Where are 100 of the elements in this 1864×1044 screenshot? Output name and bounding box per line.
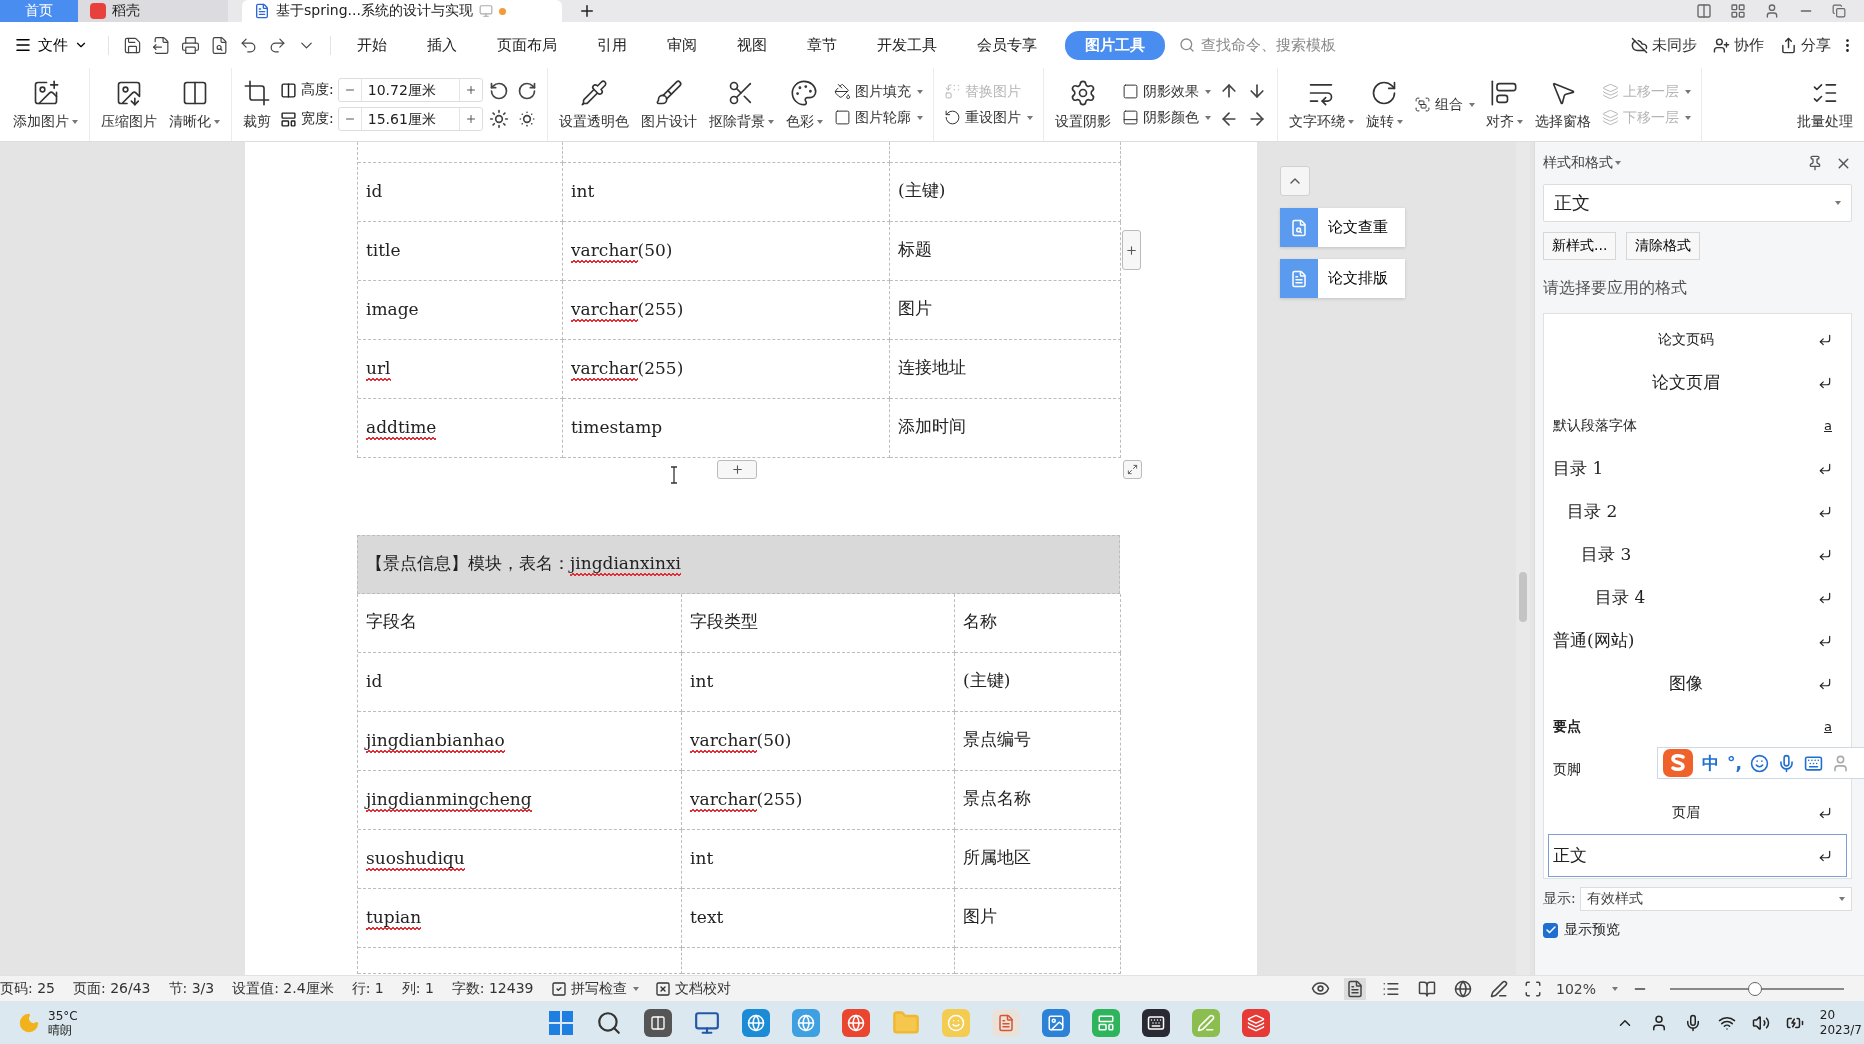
ribbon-button[interactable]: 文字环绕 (1285, 68, 1357, 141)
volume-icon[interactable] (1751, 1013, 1770, 1032)
panel-title[interactable]: 样式和格式 (1543, 154, 1621, 172)
layout-icon[interactable] (1696, 3, 1712, 19)
browser-icon[interactable] (741, 1008, 770, 1037)
ribbon-button[interactable]: 设置透明色 (555, 68, 632, 141)
ime-mode[interactable]: 中 (1702, 751, 1719, 775)
scrollbar[interactable] (1516, 142, 1530, 975)
return-icon (1818, 590, 1832, 605)
ribbon-button[interactable]: 压缩图片 (98, 68, 160, 141)
ribbon-button[interactable]: 图片轮廓 (831, 108, 925, 127)
file-menu[interactable]: 文件 (8, 31, 94, 59)
style-item[interactable]: 图像 (1548, 662, 1847, 705)
style-item[interactable]: 目录 1 (1548, 447, 1847, 490)
add-column-button[interactable] (1122, 230, 1141, 270)
toolbar-action[interactable]: 未同步 (1623, 35, 1705, 55)
preview-checkbox[interactable]: 显示预览 (1543, 921, 1852, 939)
ribbon-tab[interactable]: 插入 (415, 30, 469, 60)
print-preview-icon[interactable] (210, 35, 229, 55)
document-tab[interactable]: 稻壳 (78, 0, 228, 22)
ribbon-button[interactable]: 对齐 (1482, 68, 1526, 141)
zoom-select[interactable]: 102% (1555, 980, 1596, 997)
ribbon-button[interactable]: 设置阴影 (1051, 68, 1114, 141)
clock[interactable]: 20 2023/7 (1819, 1007, 1864, 1038)
ribbon-button[interactable]: 阴影颜色 (1119, 108, 1213, 127)
ribbon-button[interactable]: 重设图片 (941, 108, 1035, 127)
side-tool-button[interactable]: 论文排版 (1280, 259, 1405, 298)
ribbon-tab[interactable]: 章节 (795, 30, 849, 60)
rotate-left-icon[interactable] (488, 80, 509, 101)
table-cell: varchar(255) (563, 340, 890, 399)
ribbon-button[interactable]: 图片设计 (637, 68, 700, 141)
monitor-icon[interactable] (693, 1009, 720, 1036)
fit-page-icon[interactable] (1523, 979, 1542, 998)
ribbon-button[interactable]: 添加图片 (10, 68, 81, 141)
character-mark: a (1824, 719, 1832, 734)
style-item[interactable]: 目录 4 (1548, 576, 1847, 619)
restore-icon[interactable] (1832, 4, 1846, 18)
style-item[interactable]: 目录 2 (1548, 490, 1847, 533)
ribbon-button[interactable]: 清晰化 (166, 68, 223, 141)
keyboard-icon[interactable] (1803, 753, 1823, 773)
ribbon-button[interactable]: 色彩 (782, 68, 826, 141)
new-tab-icon[interactable] (578, 2, 596, 20)
style-item[interactable]: 普通(网站) (1548, 619, 1847, 662)
panel-button[interactable]: 新样式... (1543, 232, 1617, 260)
slider-thumb[interactable] (1748, 981, 1763, 996)
side-tool-button[interactable]: 论文查重 (1280, 208, 1405, 247)
pin-icon[interactable] (1807, 154, 1823, 171)
ribbon-tab[interactable]: 开发工具 (865, 30, 949, 60)
style-item[interactable]: 论文页眉 (1548, 361, 1847, 404)
style-item[interactable]: 页眉 (1548, 791, 1847, 834)
style-select[interactable]: 正文 (1543, 184, 1852, 222)
ribbon-button[interactable]: 阴影效果 (1119, 82, 1213, 101)
style-item[interactable]: 目录 3 (1548, 533, 1847, 576)
ribbon-tab[interactable]: 页面布局 (485, 30, 569, 60)
avatar-icon[interactable] (1764, 3, 1780, 19)
spell-check-button[interactable]: 拼写检查 (542, 979, 647, 998)
ribbon-button[interactable]: 组合 (1411, 95, 1477, 114)
ime-mode[interactable]: °, (1727, 753, 1742, 773)
ribbon-tab[interactable]: 审阅 (655, 30, 709, 60)
export-icon[interactable] (152, 35, 171, 55)
add-row-button[interactable] (717, 460, 757, 479)
toolbar-action[interactable]: 协作 (1705, 35, 1772, 55)
eye-icon[interactable] (1310, 979, 1330, 998)
photos-icon[interactable] (1041, 1008, 1070, 1037)
ribbon-button[interactable]: 选择窗格 (1531, 68, 1594, 141)
start-icon[interactable] (547, 1009, 574, 1036)
style-item[interactable]: 正文 (1548, 834, 1847, 877)
toolbar-action[interactable]: 分享 (1772, 35, 1839, 55)
style-item[interactable]: 要点 a (1548, 705, 1847, 748)
ribbon-button[interactable]: 图片填充 (831, 82, 925, 101)
ribbon-button[interactable]: 抠除背景 (705, 68, 777, 141)
proofread-button[interactable]: 文档校对 (646, 979, 739, 998)
ribbon-button[interactable]: 旋转 (1362, 68, 1406, 141)
ribbon-tab[interactable]: 开始 (345, 30, 399, 60)
proofread-icon (654, 980, 671, 997)
ribbon-tab[interactable]: 引用 (585, 30, 639, 60)
ribbon-button[interactable]: 裁剪 (240, 68, 274, 141)
document-tab[interactable]: 基于spring...系统的设计与实现 (242, 0, 562, 22)
emoji-icon[interactable] (1749, 753, 1769, 773)
panel-button[interactable]: 清除格式 (1626, 232, 1701, 260)
task-view-icon[interactable] (643, 1008, 672, 1037)
style-item[interactable]: 默认段落字体 a (1548, 404, 1847, 447)
show-select[interactable]: 有效样式 (1579, 887, 1852, 911)
ribbon-tab[interactable]: 视图 (725, 30, 779, 60)
style-item[interactable]: 论文页码 (1548, 318, 1847, 361)
save-icon[interactable] (123, 35, 142, 55)
search-icon[interactable] (595, 1009, 622, 1036)
browser-icon[interactable] (791, 1008, 820, 1037)
page-view-button[interactable] (1343, 977, 1366, 1000)
table-cell: (主键) (890, 163, 1121, 222)
ribbon-tab[interactable]: 会员专享 (965, 30, 1049, 60)
print-icon[interactable] (181, 35, 200, 55)
app-icon[interactable] (1141, 1008, 1170, 1037)
resize-table-button[interactable] (1123, 460, 1142, 479)
brightness-icon[interactable] (488, 108, 509, 129)
office-icon[interactable] (1241, 1008, 1270, 1037)
ribbon-button[interactable]: 批量处理 (1794, 68, 1856, 141)
browser-icon[interactable] (841, 1008, 870, 1037)
grid-icon[interactable] (1730, 3, 1746, 19)
rotate-right-icon[interactable] (516, 80, 537, 101)
